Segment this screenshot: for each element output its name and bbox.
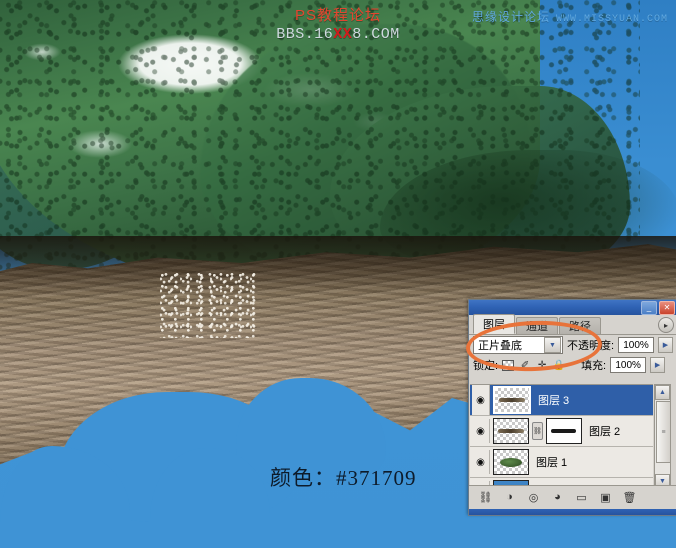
layer-thumbnail[interactable] [493, 418, 529, 444]
new-group-button[interactable]: ▭ [574, 490, 589, 505]
layer-style-button[interactable]: ◑ [502, 490, 517, 505]
lock-icon-group: ✐ ✛ 🔒 [502, 359, 565, 371]
panel-tabstrip: 图层 通道 路径 ▸ [469, 314, 676, 335]
lock-image-pixels-icon[interactable]: ✐ [519, 359, 531, 371]
tab-paths[interactable]: 路径 [559, 317, 601, 334]
watermark-topright: 思缘设计论坛 WWW.MISSYUAN.COM [472, 8, 668, 25]
blend-opacity-row: 正片叠底 ▼ 不透明度: 100% ▶ [469, 335, 676, 355]
panel-titlebar[interactable]: _ ✕ [469, 300, 676, 315]
layer-mask-thumbnail[interactable] [546, 418, 582, 444]
new-layer-button[interactable]: ▣ [598, 490, 613, 505]
visibility-toggle-icon[interactable]: ◉ [472, 385, 490, 415]
lock-all-icon[interactable]: 🔒 [553, 359, 565, 371]
fill-spinner-icon[interactable]: ▶ [650, 357, 666, 373]
scroll-up-icon[interactable]: ▲ [655, 385, 670, 400]
watermark-topright-forum: 思缘设计论坛 [471, 10, 550, 24]
watermark-url-suffix: 8.COM [352, 26, 400, 43]
link-layers-button[interactable]: ⛓ [478, 490, 493, 505]
add-layer-mask-button[interactable]: ◎ [526, 490, 541, 505]
layer-name[interactable]: 图层 1 [536, 454, 567, 470]
layer-list-scrollbar[interactable]: ▲ ≡ ▼ [654, 384, 671, 490]
watermark-topright-site: WWW.MISSYUAN.COM [555, 14, 668, 25]
selection-marquee-sparkle [160, 272, 256, 338]
layer-name[interactable]: 图层 3 [538, 392, 569, 408]
opacity-input[interactable]: 100% [618, 337, 654, 353]
minimize-icon[interactable]: _ [641, 300, 657, 315]
blend-mode-value: 正片叠底 [478, 340, 522, 352]
table-row[interactable]: ◉ ⛓ 图层 2 [470, 416, 653, 447]
layer-thumbnail[interactable] [493, 449, 529, 475]
opacity-spinner-icon[interactable]: ▶ [658, 337, 673, 353]
lock-position-icon[interactable]: ✛ [536, 359, 548, 371]
blend-mode-select[interactable]: 正片叠底 ▼ [473, 336, 563, 354]
tab-layers[interactable]: 图层 [473, 314, 515, 334]
table-row[interactable]: ◉ 图层 3 [470, 385, 653, 416]
lock-label: 锁定: [473, 360, 499, 372]
color-caption: 颜色：#371709 [270, 466, 417, 490]
layer-list[interactable]: ◉ 图层 3 ◉ ⛓ 图层 2 ◉ 图层 1 ◉ [470, 384, 653, 489]
chevron-down-icon[interactable]: ▼ [543, 337, 561, 353]
tab-channels[interactable]: 通道 [516, 317, 558, 334]
close-icon[interactable]: ✕ [659, 300, 675, 315]
adjustment-layer-button[interactable]: ◕ [550, 490, 565, 505]
link-mask-icon[interactable]: ⛓ [532, 422, 543, 440]
panel-bottom-toolbar: ⛓ ◑ ◎ ◕ ▭ ▣ 🗑 [469, 485, 676, 508]
lock-fill-row: 锁定: ✐ ✛ 🔒 填充: 100% ▶ [469, 355, 676, 375]
watermark-url-prefix: BBS.16 [276, 26, 334, 43]
panel-footer [469, 509, 676, 515]
cliff-shadow-band [0, 236, 676, 296]
delete-layer-button[interactable]: 🗑 [622, 490, 637, 505]
table-row[interactable]: ◉ 图层 1 [470, 447, 653, 478]
layers-panel: _ ✕ 图层 通道 路径 ▸ 正片叠底 ▼ 不透明度: 100% ▶ 锁定: ✐… [468, 299, 676, 516]
fill-label: 填充: [581, 360, 607, 372]
lock-transparent-pixels-icon[interactable] [502, 359, 515, 371]
fill-input[interactable]: 100% [610, 357, 647, 373]
opacity-label: 不透明度: [566, 340, 615, 352]
watermark-url-xx: XX [333, 26, 353, 43]
scrollbar-thumb[interactable]: ≡ [656, 401, 671, 463]
watermark-forum-url: BBS.16XX8.COM [0, 25, 676, 44]
visibility-toggle-icon[interactable]: ◉ [472, 419, 490, 443]
layer-thumbnail[interactable] [493, 386, 531, 414]
visibility-toggle-icon[interactable]: ◉ [472, 450, 490, 474]
panel-menu-icon[interactable]: ▸ [658, 317, 674, 333]
layer-name[interactable]: 图层 2 [589, 423, 620, 439]
